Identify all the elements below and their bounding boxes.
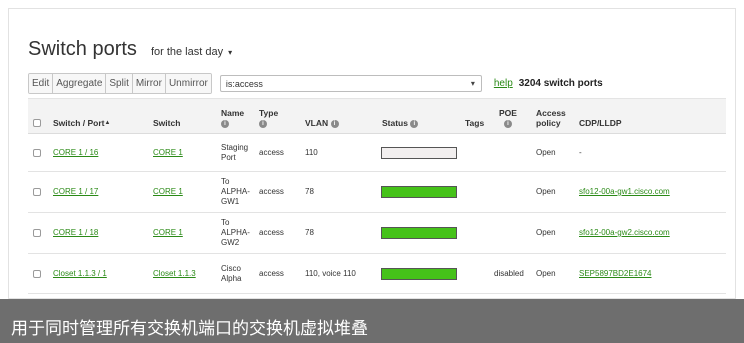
table-header: Switch / Port▲ Switch Name i Type i VLAN… [28,98,726,134]
table-row[interactable]: CORE 1 / 18 CORE 1 To ALPHA- GW2 access 78… [28,213,726,254]
column-poe[interactable]: POE i [499,108,517,128]
access-policy: Open [536,268,556,278]
table-row[interactable]: CORE 1 / 17 CORE 1 To ALPHA- GW1 access 78… [28,172,726,213]
access-policy: Open [536,147,556,157]
unmirror-button[interactable]: Unmirror [165,74,211,93]
port-type: access [259,147,284,157]
port-count: 3204 switch ports [518,78,603,89]
table-row[interactable]: Closet 1.1.3 / 1 Closet 1.1.3 Cisco Alpha… [28,254,726,294]
port-type: access [259,228,284,237]
port-name: Cisco Alpha [221,263,242,283]
search-value: is:access [225,78,263,89]
cdp-lldp-link[interactable]: SEP5897BD2E1674 [579,269,652,279]
column-poe-label: POE [499,108,517,118]
column-name-label: Name [221,108,245,118]
table-row[interactable]: CORE 1 / 16 CORE 1 Staging Port access 11… [28,134,726,172]
column-cdp-lldp[interactable]: CDP/LLDP [579,118,622,128]
column-switch[interactable]: Switch [153,118,180,128]
aggregate-button[interactable]: Aggregate [53,74,107,93]
period-label: for the last day [150,46,224,58]
switch-link[interactable]: Closet 1.1.3 [153,269,196,279]
info-icon: i [503,119,512,128]
column-status[interactable]: Status i [382,118,419,128]
caret-down-icon: ▾ [228,48,233,57]
dropdown-arrow-icon[interactable]: ▾ [471,79,475,88]
port-name: Staging Port [221,142,249,162]
column-name[interactable]: Name i [221,108,244,128]
port-name: To ALPHA- GW2 [221,218,250,247]
column-type[interactable]: Type i [259,108,278,128]
column-status-label: Status [382,118,408,128]
period-selector[interactable]: for the last day ▾ [151,46,232,58]
switch-link[interactable]: CORE 1 [153,187,183,197]
info-icon: i [410,119,419,128]
cdp-lldp-value: - [579,147,582,157]
column-vlan[interactable]: VLAN i [305,118,339,128]
switch-ports-table: Switch / Port▲ Switch Name i Type i VLAN… [28,98,726,294]
mirror-button[interactable]: Mirror [132,74,166,93]
toolbar: Edit Aggregate Split Mirror Unmirror is:… [28,73,603,94]
page-title: Switch ports [28,38,137,60]
switch-port-link[interactable]: CORE 1 / 16 [53,148,98,158]
access-policy: Open [536,228,556,237]
status-bar [381,267,457,280]
switch-port-link[interactable]: CORE 1 / 18 [53,228,98,238]
port-vlan: 78 [305,228,314,237]
cdp-lldp-link[interactable]: sfo12-00a-gw2.cisco.com [579,228,670,238]
action-button-group: Edit Aggregate Split Mirror Unmirror [28,73,212,94]
row-checkbox[interactable] [33,188,41,196]
port-vlan: 110 [305,147,318,157]
edit-button[interactable]: Edit [29,74,54,93]
row-checkbox[interactable] [33,148,41,157]
page-header: Switch ports for the last day ▾ [28,38,232,61]
row-checkbox[interactable] [33,269,41,278]
switch-port-link[interactable]: Closet 1.1.3 / 1 [53,269,107,279]
port-type: access [259,268,284,278]
status-bar [381,146,457,159]
switch-port-link[interactable]: CORE 1 / 17 [53,187,98,197]
column-type-label: Type [259,108,279,118]
access-policy: Open [536,187,556,196]
status-bar [381,227,457,239]
info-icon: i [259,119,267,128]
select-all-checkbox[interactable] [33,119,41,127]
help-link[interactable]: help [494,78,513,89]
column-switch-port[interactable]: Switch / Port▲ [53,118,110,128]
port-poe: disabled [494,268,524,278]
column-switch-port-label: Switch / Port [53,118,105,128]
search-input[interactable]: is:access ▾ [219,75,482,92]
caption-banner: 用于同时管理所有交换机端口的交换机虚拟堆叠 [0,299,744,343]
status-bar [381,186,457,198]
info-icon: i [221,119,229,128]
column-vlan-label: VLAN [305,118,329,128]
cdp-lldp-link[interactable]: sfo12-00a-gw1.cisco.com [579,187,670,197]
port-vlan: 78 [305,187,314,196]
split-button[interactable]: Split [106,74,133,93]
caption-text: 用于同时管理所有交换机端口的交换机虚拟堆叠 [11,319,368,339]
column-policy-label: policy [536,118,561,128]
sort-ascending-icon: ▲ [104,120,111,126]
port-name: To ALPHA- GW1 [221,177,250,206]
row-checkbox[interactable] [33,229,41,237]
switch-link[interactable]: CORE 1 [153,228,183,238]
column-access-policy[interactable]: Access policy [536,108,566,128]
port-type: access [259,187,284,196]
column-access-label: Access [536,108,566,118]
info-icon: i [330,119,339,128]
switch-link[interactable]: CORE 1 [153,148,183,158]
column-tags[interactable]: Tags [465,118,484,128]
port-vlan: 110, voice 110 [305,268,356,278]
